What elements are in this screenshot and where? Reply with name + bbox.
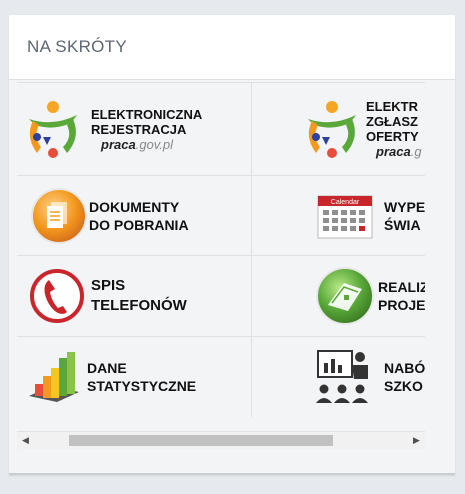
training-presentation-icon — [316, 350, 368, 403]
shortcuts-scroll-area[interactable]: ELEKTRONICZNA REJESTRACJA praca.gov.pl E… — [17, 82, 425, 434]
project-plans-icon — [316, 267, 374, 325]
documents-download-icon — [31, 187, 87, 244]
shortcut-dokumenty-do-pobrania[interactable]: DOKUMENTY DO POBRANIA — [17, 176, 252, 255]
people-star-logo-icon — [29, 101, 77, 158]
shortcuts-row: DOKUMENTY DO POBRANIA Calendar WYPE ŚWIA — [17, 175, 425, 255]
sublabel-tld: .g — [410, 144, 422, 159]
shortcut-label-line2: PROJE — [378, 297, 425, 313]
scroll-left-arrow-icon[interactable]: ◀ — [17, 432, 34, 449]
shortcut-text: ELEKTR ZGŁASZ OFERTY praca.g — [366, 99, 422, 159]
scroll-right-arrow-icon[interactable]: ▶ — [408, 432, 425, 449]
shortcut-wypelnij-swiadectwo[interactable]: Calendar WYPE ŚWIA — [252, 176, 425, 255]
shortcut-text: DOKUMENTY DO POBRANIA — [89, 198, 189, 234]
shortcuts-row: SPIS TELEFONÓW REALIZ PROJE — [17, 255, 425, 336]
shortcut-label-line1: DANE — [87, 360, 127, 376]
horizontal-scrollbar[interactable]: ◀ ▶ — [17, 431, 425, 449]
panel-header: NA SKRÓTY — [9, 15, 455, 80]
shortcut-nabor-szkolenia[interactable]: NABÓ SZKO — [252, 337, 425, 417]
bar-chart-icon — [29, 352, 79, 402]
scrollbar-thumb[interactable] — [69, 435, 333, 446]
shortcut-label-line2: TELEFONÓW — [91, 297, 187, 314]
shortcut-label-line2: REJESTRACJA — [91, 121, 187, 137]
shortcut-label-line2: DO POBRANIA — [89, 216, 189, 233]
sublabel-domain: praca — [101, 136, 136, 152]
shortcuts-row: DANE STATYSTYCZNE NABÓ SZKO — [17, 336, 425, 417]
shortcuts-row: ELEKTRONICZNA REJESTRACJA praca.gov.pl E… — [17, 82, 425, 175]
shortcut-text: WYPE ŚWIA — [384, 198, 425, 234]
people-star-logo-icon — [308, 101, 356, 158]
shortcut-label-line2: SZKO — [384, 378, 423, 394]
shortcut-label-line1: NABÓ — [384, 360, 425, 376]
shortcut-text: REALIZ PROJE — [378, 278, 425, 314]
shortcut-label-line1: DOKUMENTY — [89, 198, 180, 215]
shortcut-realizowane-projekty[interactable]: REALIZ PROJE — [252, 256, 425, 336]
shortcut-label-line1: SPIS — [91, 277, 126, 294]
shortcut-label-line3: OFERTY — [366, 129, 419, 144]
shortcuts-grid: ELEKTRONICZNA REJESTRACJA praca.gov.pl E… — [17, 82, 425, 417]
shortcut-label-line1: REALIZ — [378, 279, 425, 295]
shortcut-sublabel: praca.g — [376, 144, 422, 159]
calendar-word: Calendar — [331, 199, 360, 206]
panel-title: NA SKRÓTY — [27, 37, 128, 56]
phone-icon — [30, 269, 84, 323]
sublabel-domain: praca — [376, 144, 411, 159]
shortcut-sublabel: praca.gov.pl — [101, 137, 202, 152]
calendar-icon: Calendar — [317, 195, 373, 238]
shortcut-label-line1: WYPE — [384, 198, 425, 215]
shortcut-text: ELEKTRONICZNA REJESTRACJA praca.gov.pl — [91, 107, 202, 152]
shortcut-text: NABÓ SZKO — [384, 359, 425, 395]
shortcut-text: SPIS TELEFONÓW — [91, 276, 187, 316]
shortcut-label-line2: STATYSTYCZNE — [87, 378, 197, 394]
shortcut-label-line2: ŚWIA — [384, 216, 421, 233]
shortcut-text: DANE STATYSTYCZNE — [87, 359, 196, 395]
shortcut-elektroniczne-zgloszenie[interactable]: ELEKTR ZGŁASZ OFERTY praca.g — [252, 83, 425, 175]
shortcut-label-line2: ZGŁASZ — [366, 114, 418, 129]
shortcut-dane-statystyczne[interactable]: DANE STATYSTYCZNE — [17, 337, 252, 417]
shortcut-label-line1: ELEKTRONICZNA — [91, 106, 203, 122]
shortcut-label-line1: ELEKTR — [366, 99, 418, 114]
shortcut-elektroniczna-rejestracja[interactable]: ELEKTRONICZNA REJESTRACJA praca.gov.pl — [17, 83, 252, 175]
sublabel-tld: .gov.pl — [135, 136, 174, 152]
shortcut-spis-telefonow[interactable]: SPIS TELEFONÓW — [17, 256, 252, 336]
